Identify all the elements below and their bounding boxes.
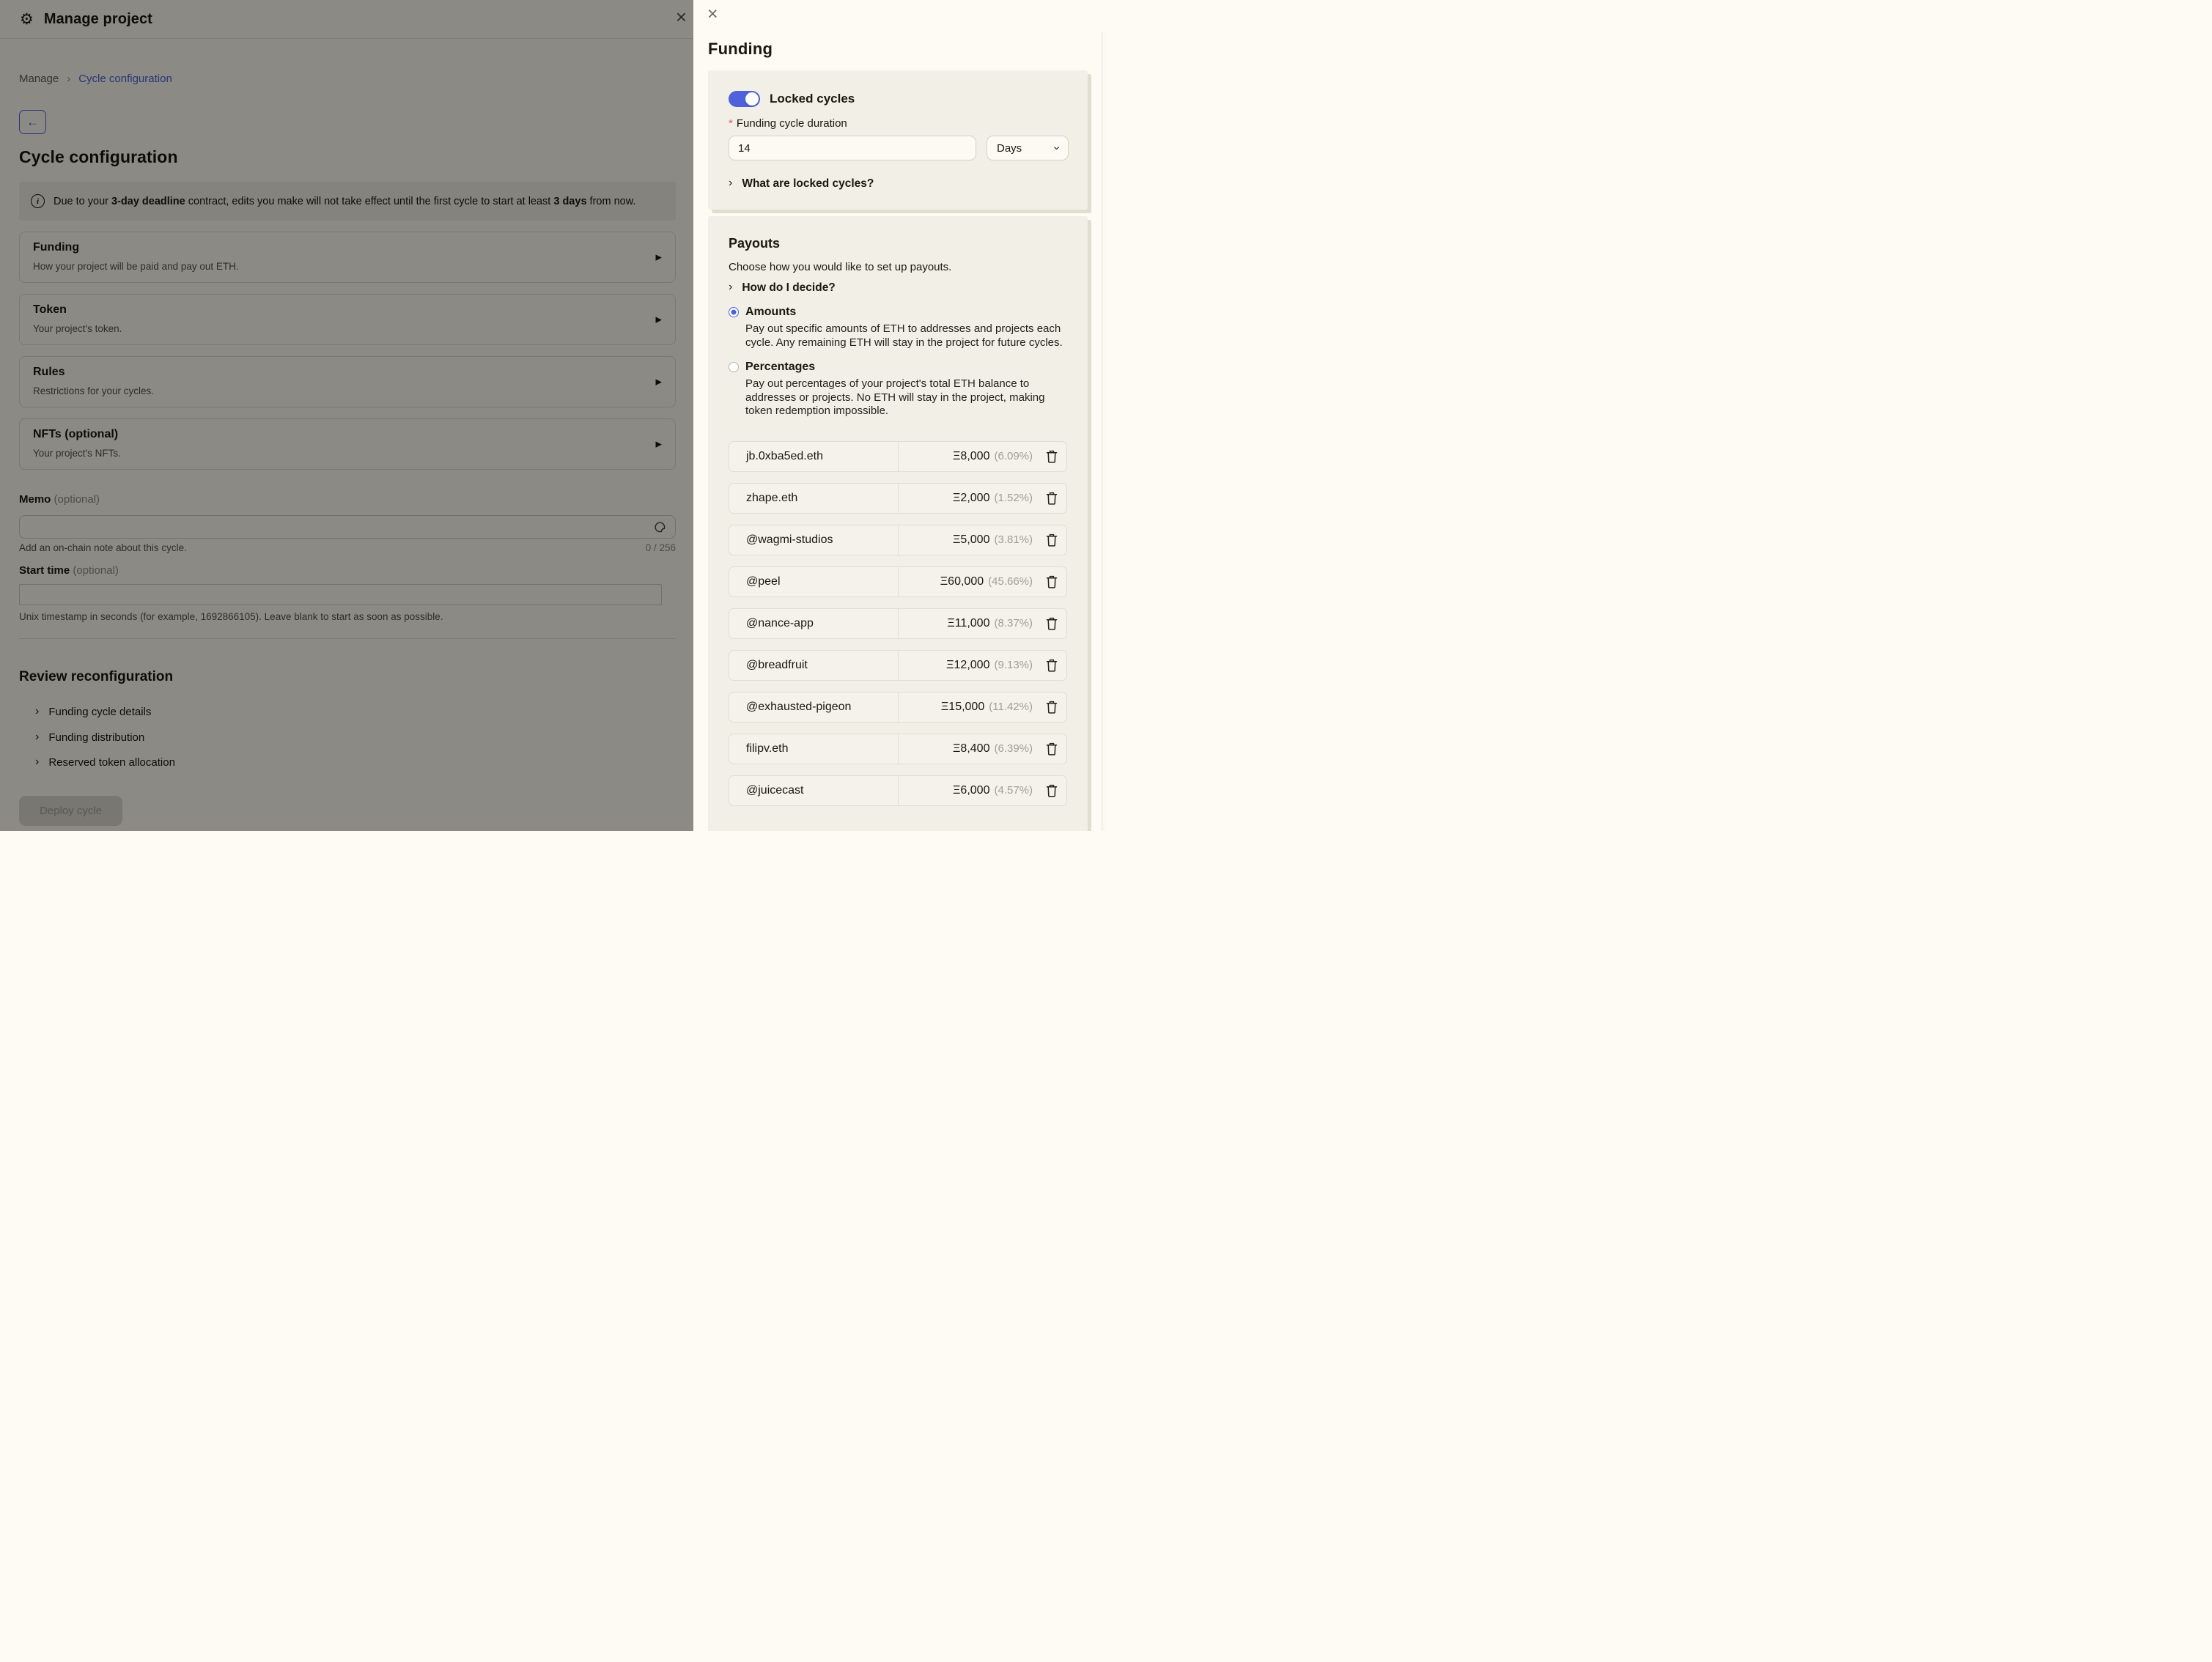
payout-row: @breadfruit Ξ12,000 (9.13%) — [729, 650, 1067, 681]
locked-cycles-label: Locked cycles — [770, 92, 855, 106]
row-divider — [898, 776, 899, 805]
trash-icon[interactable] — [1046, 617, 1058, 630]
trash-icon[interactable] — [1046, 701, 1058, 714]
payout-percent: (4.57%) — [994, 784, 1033, 797]
payout-percent: (6.09%) — [994, 450, 1033, 462]
payout-amount: Ξ60,000 — [940, 575, 984, 588]
radio-label: Amounts — [745, 306, 796, 319]
payout-recipient: jb.0xba5ed.eth — [729, 450, 953, 463]
drawer-scrollbar[interactable] — [1102, 32, 1106, 831]
drawer-close-icon[interactable]: × — [707, 5, 718, 23]
chevron-right-icon: › — [729, 281, 732, 293]
funding-cycle-duration-label: *Funding cycle duration — [729, 117, 847, 130]
locked-cycles-card: Locked cycles *Funding cycle duration Da… — [708, 70, 1088, 210]
payout-percent: (3.81%) — [994, 533, 1033, 546]
payout-row: jb.0xba5ed.eth Ξ8,000 (6.09%) — [729, 441, 1067, 472]
radio-description: Pay out specific amounts of ETH to addre… — [745, 322, 1069, 350]
payout-percent: (9.13%) — [994, 659, 1033, 671]
payout-percent: (6.39%) — [994, 742, 1033, 755]
payout-percent: (45.66%) — [988, 575, 1033, 588]
dim-overlay[interactable] — [0, 0, 693, 831]
payout-recipient: @juicecast — [729, 784, 953, 797]
radio-label: Percentages — [745, 361, 815, 374]
funding-drawer: × Funding Locked cycles *Funding cycle d… — [693, 0, 1106, 831]
payout-recipient: @breadfruit — [729, 659, 946, 672]
payout-row: @peel Ξ60,000 (45.66%) — [729, 566, 1067, 597]
payout-row: filipv.eth Ξ8,400 (6.39%) — [729, 734, 1067, 764]
locked-cycles-faq[interactable]: › What are locked cycles? — [729, 177, 874, 191]
duration-unit-value: Days — [997, 142, 1022, 155]
trash-icon[interactable] — [1046, 575, 1058, 588]
payout-amount: Ξ5,000 — [953, 533, 989, 547]
radio-selected-icon[interactable] — [729, 307, 739, 317]
payouts-card: Payouts Choose how you would like to set… — [708, 216, 1088, 831]
trash-icon[interactable] — [1046, 450, 1058, 463]
duration-input[interactable] — [729, 136, 976, 160]
payout-recipient: @nance-app — [729, 617, 947, 630]
row-divider — [898, 484, 899, 513]
payout-amount: Ξ6,000 — [953, 784, 989, 797]
payouts-heading: Payouts — [729, 236, 1067, 251]
trash-icon[interactable] — [1046, 742, 1058, 756]
payout-recipient: @exhausted-pigeon — [729, 701, 941, 714]
row-divider — [898, 442, 899, 471]
payout-amount: Ξ8,000 — [953, 450, 989, 463]
toggle-knob — [745, 92, 759, 106]
radio-description: Pay out percentages of your project's to… — [745, 377, 1069, 418]
payout-amount: Ξ11,000 — [947, 617, 989, 630]
row-divider — [898, 567, 899, 597]
payout-percent: (1.52%) — [994, 492, 1033, 504]
faq-label: How do I decide? — [742, 281, 835, 295]
payout-percent: (11.42%) — [989, 701, 1033, 713]
payout-amount: Ξ15,000 — [941, 701, 984, 714]
payout-percent: (8.37%) — [994, 617, 1033, 629]
payout-amount: Ξ12,000 — [946, 659, 989, 672]
payout-row: @juicecast Ξ6,000 (4.57%) — [729, 775, 1067, 806]
payouts-subheading: Choose how you would like to set up payo… — [729, 261, 1067, 273]
payout-recipient: filipv.eth — [729, 742, 953, 756]
chevron-down-icon: › — [1050, 146, 1063, 149]
payout-row: @wagmi-studios Ξ5,000 (3.81%) — [729, 525, 1067, 555]
payout-amount: Ξ8,400 — [953, 742, 989, 756]
chevron-right-icon: › — [729, 177, 732, 189]
row-divider — [898, 692, 899, 722]
payout-row: zhape.eth Ξ2,000 (1.52%) — [729, 483, 1067, 514]
payout-amount: Ξ2,000 — [953, 492, 989, 505]
row-divider — [898, 609, 899, 638]
payouts-faq[interactable]: › How do I decide? — [729, 281, 1067, 295]
required-asterisk: * — [729, 117, 733, 130]
trash-icon[interactable] — [1046, 784, 1058, 797]
row-divider — [898, 525, 899, 555]
faq-label: What are locked cycles? — [742, 177, 874, 191]
payout-option-amounts[interactable]: Amounts Pay out specific amounts of ETH … — [729, 306, 1067, 350]
payout-recipient: @peel — [729, 575, 940, 588]
payout-recipient: zhape.eth — [729, 492, 953, 505]
trash-icon[interactable] — [1046, 492, 1058, 505]
payout-recipient: @wagmi-studios — [729, 533, 953, 547]
radio-unselected-icon[interactable] — [729, 362, 739, 372]
payout-row: @nance-app Ξ11,000 (8.37%) — [729, 608, 1067, 639]
locked-cycles-toggle[interactable] — [729, 91, 760, 107]
row-divider — [898, 734, 899, 764]
trash-icon[interactable] — [1046, 533, 1058, 547]
row-divider — [898, 651, 899, 680]
trash-icon[interactable] — [1046, 659, 1058, 672]
duration-unit-select[interactable]: Days › — [987, 136, 1069, 160]
payout-option-percentages[interactable]: Percentages Pay out percentages of your … — [729, 361, 1067, 418]
drawer-title: Funding — [708, 40, 773, 59]
payout-list: jb.0xba5ed.eth Ξ8,000 (6.09%) zhape.eth … — [729, 441, 1067, 806]
payout-row: @exhausted-pigeon Ξ15,000 (11.42%) — [729, 692, 1067, 723]
